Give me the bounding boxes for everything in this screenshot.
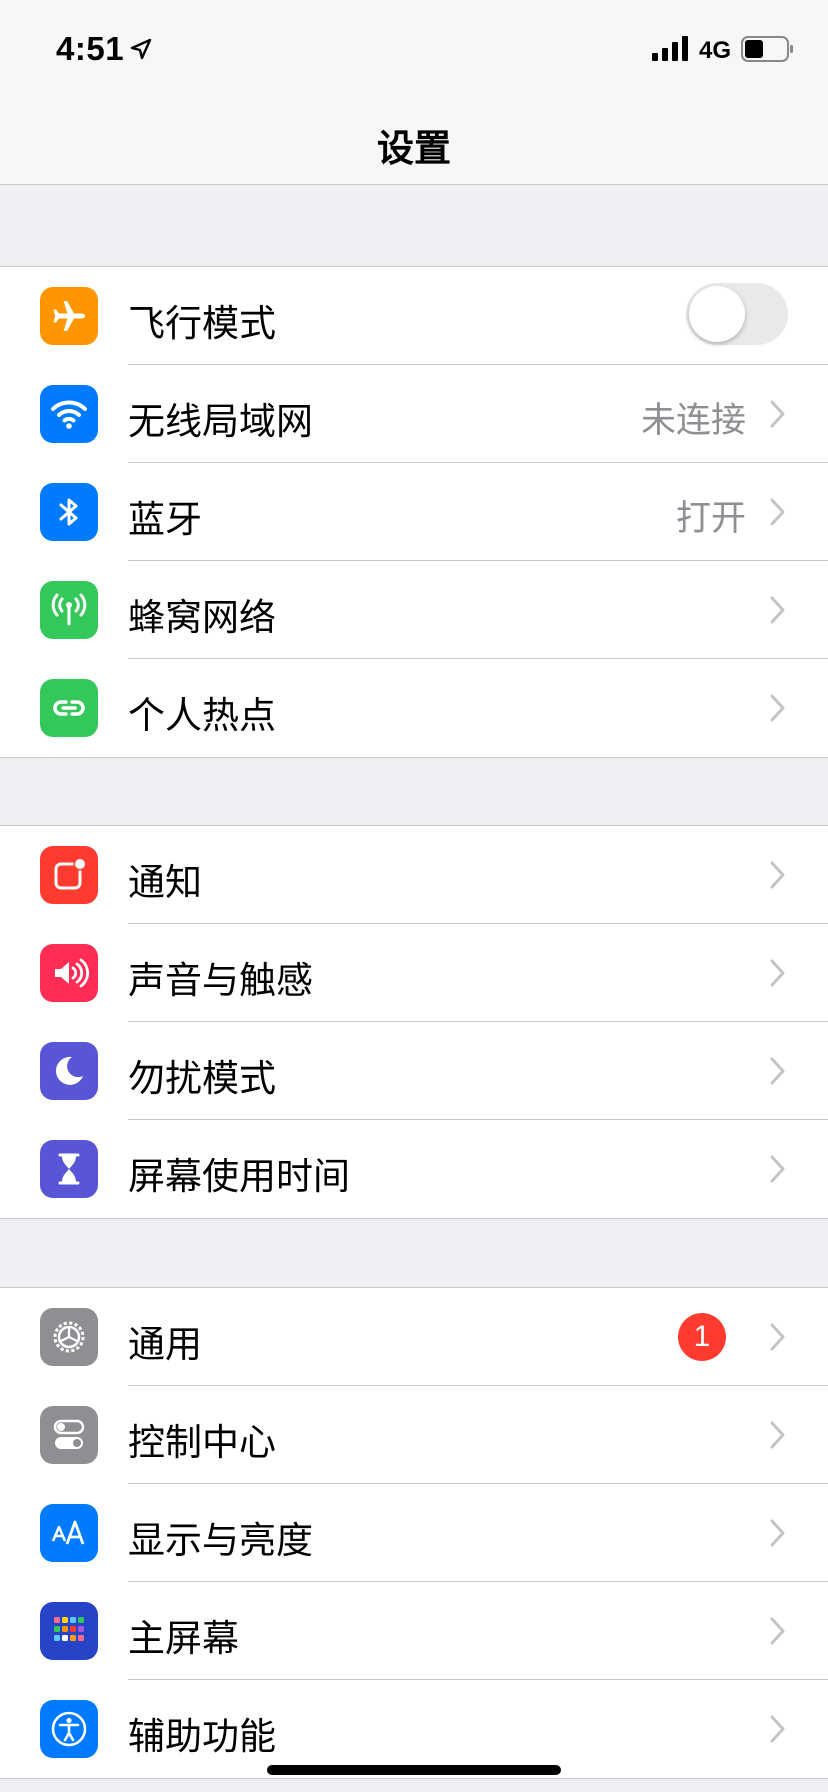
row-label: 通用 xyxy=(128,1323,202,1366)
battery-icon xyxy=(741,36,793,62)
chevron-right-icon xyxy=(770,1617,785,1645)
airplane-icon xyxy=(40,287,98,345)
row-label: 辅助功能 xyxy=(128,1715,276,1758)
row-cellular[interactable]: 蜂窝网络 xyxy=(0,561,828,659)
chevron-right-icon xyxy=(770,1323,785,1351)
row-label: 蜂窝网络 xyxy=(128,596,276,639)
navigation-bar: 设置 xyxy=(0,100,828,185)
hourglass-icon xyxy=(40,1140,98,1198)
cellular-icon xyxy=(40,581,98,639)
row-notifications[interactable]: 通知 xyxy=(0,826,828,924)
chevron-right-icon xyxy=(770,1421,785,1449)
row-label: 个人热点 xyxy=(128,694,276,737)
airplane-mode-toggle[interactable] xyxy=(686,283,788,345)
row-personal-hotspot[interactable]: 个人热点 xyxy=(0,659,828,757)
row-airplane-mode[interactable]: 飞行模式 xyxy=(0,267,828,365)
bluetooth-icon xyxy=(40,483,98,541)
chevron-right-icon xyxy=(770,400,785,428)
row-general[interactable]: 通用 1 xyxy=(0,1288,828,1386)
row-label: 通知 xyxy=(128,861,202,904)
chevron-right-icon xyxy=(770,596,785,624)
network-type: 4G xyxy=(699,37,732,64)
switches-icon xyxy=(40,1406,98,1464)
chevron-right-icon xyxy=(770,694,785,722)
settings-group-notifications: 通知 声音与触感 勿扰模式 屏幕使用时间 xyxy=(0,825,828,1219)
text-size-icon xyxy=(40,1504,98,1562)
chevron-right-icon xyxy=(770,959,785,987)
chevron-right-icon xyxy=(770,861,785,889)
accessibility-icon xyxy=(40,1700,98,1758)
chevron-right-icon xyxy=(770,1155,785,1183)
home-grid-icon xyxy=(40,1602,98,1660)
speaker-icon xyxy=(40,944,98,1002)
row-label: 声音与触感 xyxy=(128,959,313,1002)
settings-group-general: 通用 1 控制中心 显示与亮度 主屏幕 辅助功能 xyxy=(0,1287,828,1779)
row-home-screen[interactable]: 主屏幕 xyxy=(0,1582,828,1680)
home-indicator[interactable] xyxy=(267,1765,561,1775)
update-badge: 1 xyxy=(678,1313,726,1361)
chevron-right-icon xyxy=(770,1715,785,1743)
settings-group-connectivity: 飞行模式 无线局域网 未连接 蓝牙 打开 蜂窝网络 个人热点 xyxy=(0,266,828,758)
row-screen-time[interactable]: 屏幕使用时间 xyxy=(0,1120,828,1218)
chevron-right-icon xyxy=(770,1519,785,1547)
location-arrow-icon xyxy=(130,38,152,60)
hotspot-icon xyxy=(40,679,98,737)
row-control-center[interactable]: 控制中心 xyxy=(0,1386,828,1484)
row-accessibility[interactable]: 辅助功能 xyxy=(0,1680,828,1778)
row-sounds-haptics[interactable]: 声音与触感 xyxy=(0,924,828,1022)
row-label: 显示与亮度 xyxy=(128,1519,313,1562)
settings-screen: 4:51 4G 设置 飞行模式 无线局域网 未连接 蓝牙 打开 蜂窝网络 个人热… xyxy=(0,0,828,1792)
wifi-icon xyxy=(40,385,98,443)
bluetooth-status-value: 打开 xyxy=(675,499,746,539)
row-bluetooth[interactable]: 蓝牙 打开 xyxy=(0,463,828,561)
status-bar: 4:51 4G xyxy=(0,0,828,100)
row-display-brightness[interactable]: 显示与亮度 xyxy=(0,1484,828,1582)
notification-icon xyxy=(40,846,98,904)
row-do-not-disturb[interactable]: 勿扰模式 xyxy=(0,1022,828,1120)
row-label: 主屏幕 xyxy=(128,1617,239,1660)
gear-icon xyxy=(40,1308,98,1366)
chevron-right-icon xyxy=(770,498,785,526)
status-time: 4:51 xyxy=(56,30,125,67)
row-label: 控制中心 xyxy=(128,1421,276,1464)
signal-strength-icon xyxy=(652,36,688,61)
row-label: 勿扰模式 xyxy=(128,1057,276,1100)
page-title: 设置 xyxy=(377,127,451,170)
moon-icon xyxy=(40,1042,98,1100)
row-wifi[interactable]: 无线局域网 未连接 xyxy=(0,365,828,463)
chevron-right-icon xyxy=(770,1057,785,1085)
row-label: 无线局域网 xyxy=(128,400,313,443)
row-label: 蓝牙 xyxy=(128,498,202,541)
toggle-knob xyxy=(689,286,745,342)
row-label: 飞行模式 xyxy=(128,302,276,345)
wifi-status-value: 未连接 xyxy=(640,401,746,441)
row-label: 屏幕使用时间 xyxy=(128,1155,350,1198)
